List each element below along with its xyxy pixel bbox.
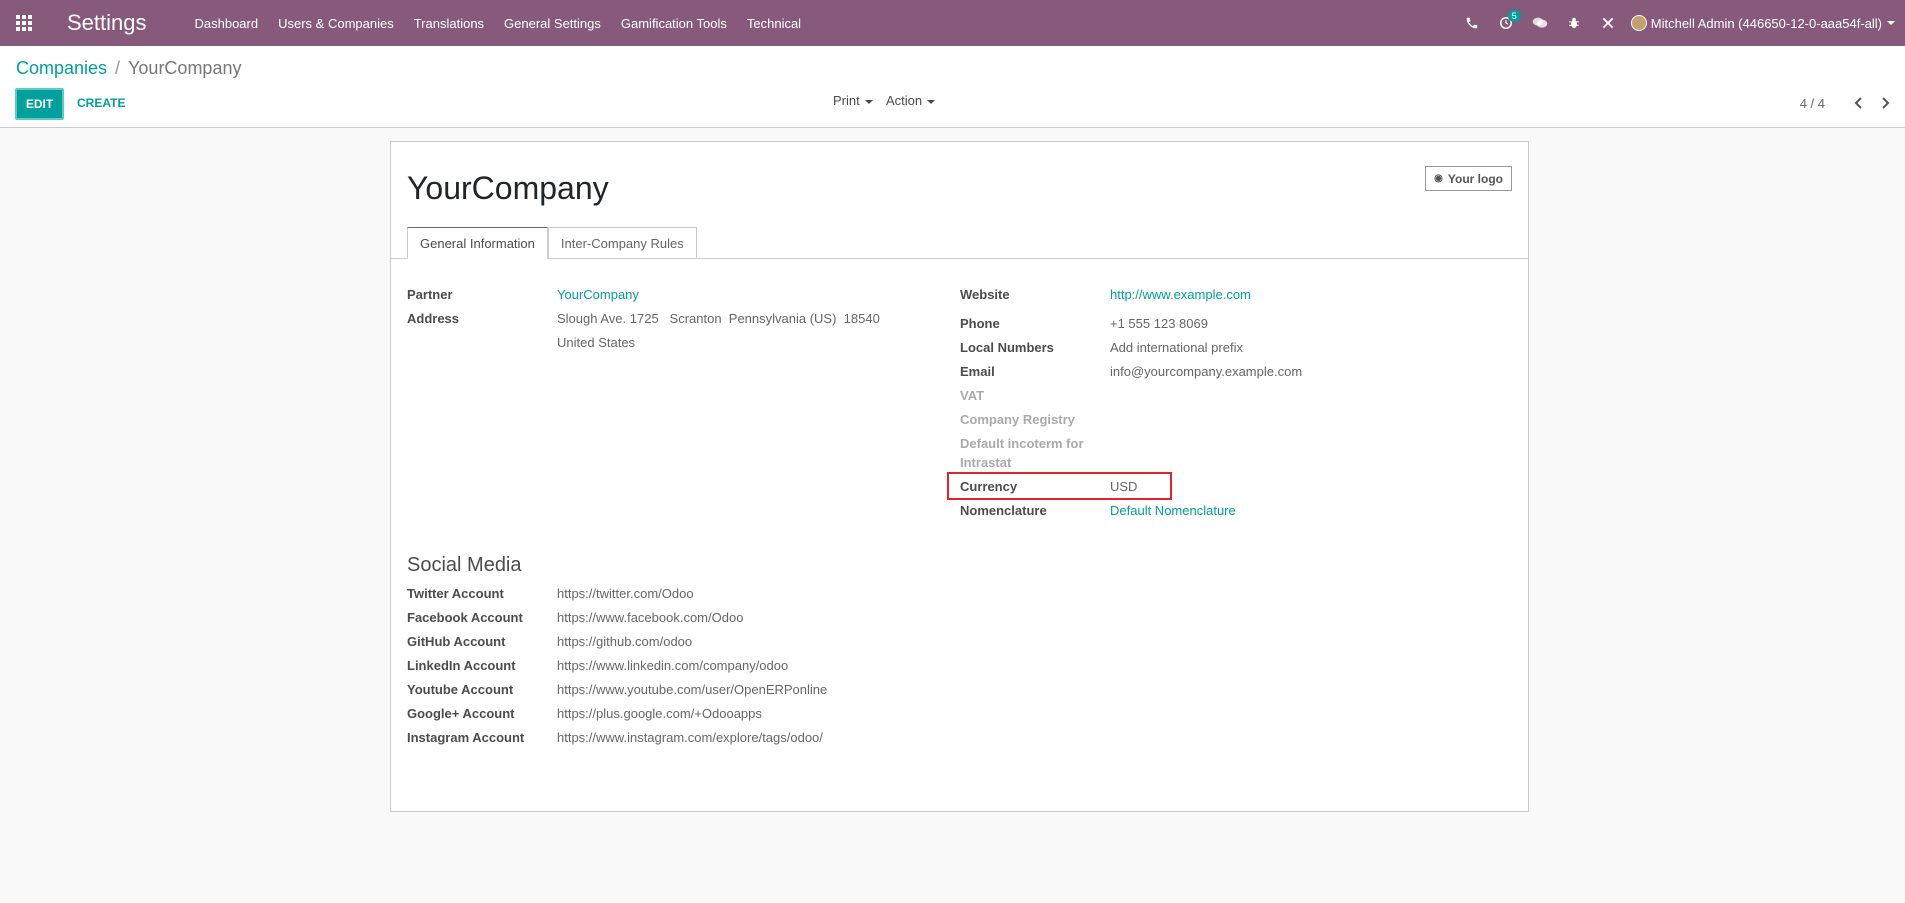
apps-menu-icon[interactable] bbox=[0, 0, 48, 46]
debug-bug-icon[interactable] bbox=[1557, 0, 1591, 46]
chat-icon[interactable] bbox=[1523, 0, 1557, 46]
activity-clock-icon[interactable]: 5 bbox=[1489, 0, 1523, 46]
breadcrumb-current: YourCompany bbox=[128, 58, 242, 78]
address-label: Address bbox=[407, 311, 460, 326]
local-numbers-value: Add international prefix bbox=[1110, 340, 1243, 355]
camera-icon: ◉ bbox=[1434, 173, 1443, 184]
pager-value[interactable]: 4 / 4 bbox=[1800, 96, 1825, 111]
menu-users-companies[interactable]: Users & Companies bbox=[268, 0, 404, 46]
print-label: Print bbox=[833, 93, 860, 108]
website-value[interactable]: http://www.example.com bbox=[1110, 287, 1251, 302]
partner-label: Partner bbox=[407, 287, 453, 302]
email-value: info@yourcompany.example.com bbox=[1110, 364, 1303, 379]
social-value: https://github.com/odoo bbox=[557, 634, 693, 649]
systray: 5 Mitchell Admin (446650-12-0-aaa54f-all… bbox=[1455, 0, 1905, 46]
nomenclature-label: Nomenclature bbox=[960, 503, 1047, 518]
social-label: Facebook Account bbox=[407, 610, 523, 625]
social-label: LinkedIn Account bbox=[407, 658, 516, 673]
breadcrumb: Companies / YourCompany bbox=[16, 58, 241, 79]
chevron-down-icon bbox=[927, 99, 936, 104]
social-label: GitHub Account bbox=[407, 634, 506, 649]
social-value: https://twitter.com/Odoo bbox=[557, 586, 694, 601]
social-value: https://www.facebook.com/Odoo bbox=[557, 610, 744, 625]
nomenclature-value[interactable]: Default Nomenclature bbox=[1110, 503, 1236, 518]
menu-technical[interactable]: Technical bbox=[737, 0, 811, 46]
chevron-down-icon bbox=[1887, 21, 1895, 25]
control-panel: Companies / YourCompany EDIT CREATE Print … bbox=[0, 46, 1905, 128]
action-dropdown[interactable]: Action bbox=[886, 93, 936, 108]
phone-icon[interactable] bbox=[1455, 0, 1489, 46]
activity-badge: 5 bbox=[1507, 10, 1521, 22]
website-label: Website bbox=[960, 287, 1010, 302]
social-label: Twitter Account bbox=[407, 586, 504, 601]
phone-value: +1 555 123 8069 bbox=[1110, 316, 1208, 331]
incoterm-label-line-1: Default incoterm for bbox=[960, 436, 1084, 451]
partner-value[interactable]: YourCompany bbox=[557, 287, 639, 302]
menu-translations[interactable]: Translations bbox=[404, 0, 494, 46]
avatar bbox=[1630, 15, 1647, 31]
print-dropdown[interactable]: Print bbox=[833, 93, 873, 108]
social-label: Youtube Account bbox=[407, 682, 514, 697]
chevron-down-icon bbox=[864, 99, 873, 104]
menu-dashboard[interactable]: Dashboard bbox=[185, 0, 269, 46]
address-line-2: United States bbox=[557, 335, 636, 350]
action-label: Action bbox=[886, 93, 923, 108]
breadcrumb-companies[interactable]: Companies bbox=[16, 58, 107, 78]
email-label: Email bbox=[960, 364, 995, 379]
pager-previous-icon[interactable] bbox=[1853, 96, 1863, 112]
social-value: https://plus.google.com/+Odooapps bbox=[557, 706, 762, 721]
user-menu[interactable]: Mitchell Admin (446650-12-0-aaa54f-all) bbox=[1625, 15, 1905, 31]
app-title: Settings bbox=[67, 10, 147, 35]
address-line-1: Slough Ave. 1725 Scranton Pennsylvania (… bbox=[557, 311, 880, 326]
form-tabs: General Information Inter-Company Rules bbox=[391, 227, 1528, 259]
pager-next-icon[interactable] bbox=[1881, 96, 1891, 112]
social-value: https://www.instagram.com/explore/tags/o… bbox=[557, 730, 823, 745]
incoterm-label-line-2: Intrastat bbox=[960, 455, 1012, 470]
company-registry-label: Company Registry bbox=[960, 412, 1075, 427]
top-navbar: Settings Dashboard Users & Companies Tra… bbox=[0, 0, 1905, 46]
menu-gamification-tools[interactable]: Gamification Tools bbox=[611, 0, 737, 46]
edit-button[interactable]: EDIT bbox=[15, 88, 64, 120]
social-label: Google+ Account bbox=[407, 706, 515, 721]
social-media-title: Social Media bbox=[407, 554, 522, 576]
create-button[interactable]: CREATE bbox=[77, 96, 125, 110]
currency-label: Currency bbox=[960, 479, 1018, 494]
menu-general-settings[interactable]: General Settings bbox=[494, 0, 611, 46]
phone-label: Phone bbox=[960, 316, 1000, 331]
logo-button[interactable]: ◉ Your logo bbox=[1425, 166, 1512, 191]
vat-label: VAT bbox=[960, 388, 985, 403]
breadcrumb-separator: / bbox=[115, 58, 121, 78]
social-value: https://www.linkedin.com/company/odoo bbox=[557, 658, 789, 673]
tab-general-information[interactable]: General Information bbox=[407, 227, 548, 259]
form-sheet: YourCompany ◉ Your logo General Informat… bbox=[390, 141, 1529, 812]
tab-inter-company-rules[interactable]: Inter-Company Rules bbox=[547, 227, 697, 258]
social-value: https://www.youtube.com/user/OpenERPonli… bbox=[557, 682, 828, 697]
local-numbers-label: Local Numbers bbox=[960, 340, 1054, 355]
tools-icon[interactable] bbox=[1591, 0, 1625, 46]
currency-value: USD bbox=[1110, 479, 1138, 494]
social-label: Instagram Account bbox=[407, 730, 525, 745]
logo-label: Your logo bbox=[1447, 171, 1503, 186]
user-name: Mitchell Admin (446650-12-0-aaa54f-all) bbox=[1650, 15, 1882, 31]
company-name: YourCompany bbox=[407, 170, 609, 206]
